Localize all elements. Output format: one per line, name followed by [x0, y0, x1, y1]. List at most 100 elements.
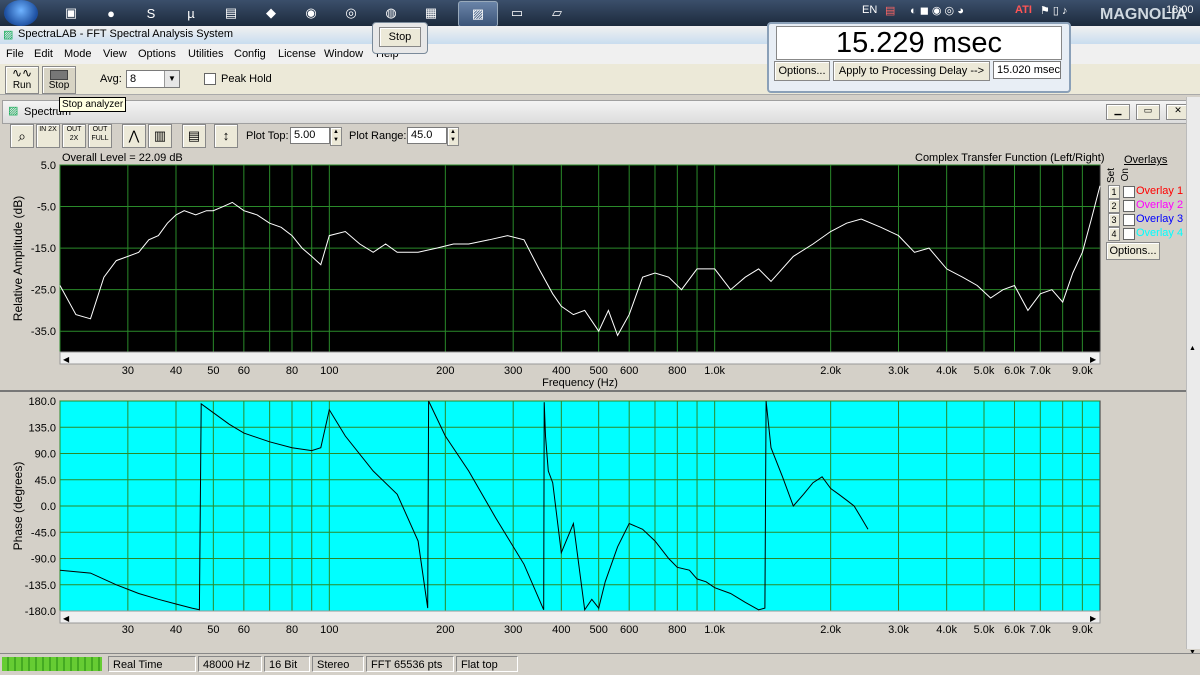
tray-icons[interactable]: ◐ ◼ ◉ ◎ ◕: [910, 4, 964, 17]
opera-app-icon[interactable]: ●: [92, 1, 130, 25]
zoom-out-full-button[interactable]: OUT FULL: [88, 124, 112, 148]
status-bits: 16 Bit: [264, 656, 310, 672]
x-tick-label: 30: [122, 624, 134, 636]
processing-delay-field[interactable]: 15.020 msec: [993, 61, 1061, 79]
scroll-left-icon[interactable]: ◀: [63, 614, 70, 623]
menu-window[interactable]: Window: [324, 48, 363, 60]
spectrum-charts: 5.0 -5.0 -15.0 -25.0 -35.0 30 40 50 60 80 100 200 30…: [0, 160, 1186, 636]
scale-arrows-icon[interactable]: ↕: [214, 124, 238, 148]
menu-mode[interactable]: Mode: [64, 48, 92, 60]
x-tick-label: 1.0k: [704, 365, 725, 377]
y-axis-label: Relative Amplitude (dB): [11, 196, 25, 321]
avg-label: Avg:: [100, 73, 122, 85]
minimize-button[interactable]: ▁: [1106, 104, 1130, 120]
menu-file[interactable]: File: [6, 48, 24, 60]
stop-button[interactable]: Stop: [42, 66, 76, 94]
y-tick-label: -35.0: [31, 326, 56, 338]
avg-value: 8: [130, 73, 137, 85]
plot-range-label: Plot Range:: [349, 130, 407, 142]
flag-icon[interactable]: ▤: [885, 4, 895, 17]
level-meter: [2, 657, 102, 671]
clock[interactable]: 18:00: [1166, 4, 1194, 16]
network-app-icon[interactable]: ▤: [212, 1, 250, 25]
network-tray-icon[interactable]: ⚑ ▯ ♪: [1040, 4, 1068, 17]
apply-delay-button[interactable]: Apply to Processing Delay -->: [833, 61, 990, 81]
remote-app-icon[interactable]: ▱: [538, 1, 576, 25]
plot-top-spinner[interactable]: ▲ ▼: [330, 127, 342, 146]
x-tick-label: 800: [668, 624, 686, 636]
monitor-app-icon[interactable]: ▭: [498, 1, 536, 25]
menu-utilities[interactable]: Utilities: [188, 48, 223, 60]
mouse-app-icon[interactable]: ◆: [252, 1, 290, 25]
x-tick-label: 300: [504, 624, 522, 636]
plot-range-spinner[interactable]: ▲ ▼: [447, 127, 459, 146]
y-tick-label: 90.0: [35, 449, 56, 461]
x-tick-label: 500: [589, 624, 607, 636]
plot-range-input[interactable]: 45.0: [407, 127, 447, 144]
y-tick-label: 180.0: [28, 396, 56, 408]
torrent-app-icon[interactable]: ◉: [292, 1, 330, 25]
status-sample-rate: 48000 Hz: [198, 656, 262, 672]
x-tick-label: 40: [170, 624, 182, 636]
skype-app-icon[interactable]: S: [132, 1, 170, 25]
line-graph-icon[interactable]: ⋀: [122, 124, 146, 148]
language-indicator[interactable]: EN: [862, 4, 877, 16]
app-icon: ▨: [3, 29, 14, 41]
x-tick-label: 9.0k: [1072, 624, 1093, 636]
zoom-in-2x-button[interactable]: IN 2X: [36, 124, 60, 148]
x-tick-label: 100: [320, 365, 338, 377]
utorrent-app-icon[interactable]: µ: [172, 1, 210, 25]
bar-graph-icon[interactable]: ▥: [148, 124, 172, 148]
spectrum-title-bar: [2, 100, 1188, 124]
globe-app-icon[interactable]: ◎: [332, 1, 370, 25]
y-tick-label: -5.0: [37, 202, 56, 214]
scroll-right-icon[interactable]: ▶: [1090, 614, 1097, 623]
x-tick-label: 4.0k: [936, 624, 957, 636]
y-tick-label: 5.0: [41, 160, 56, 172]
status-window: Flat top: [456, 656, 518, 672]
avg-select[interactable]: 8 ▼: [126, 70, 180, 88]
restore-button[interactable]: ▭: [1136, 104, 1160, 120]
plot-top-label: Plot Top:: [246, 130, 289, 142]
ati-icon[interactable]: ATI: [1015, 4, 1032, 16]
vertical-scrollbar[interactable]: ▲ ▼: [1186, 97, 1200, 656]
plot-area: [59, 164, 1101, 353]
plot-top-input[interactable]: 5.00: [290, 127, 330, 144]
tooltip: Stop analyzer: [59, 97, 127, 112]
horizontal-scrollbar[interactable]: [59, 351, 1101, 365]
delay-readout: 15.229 msec: [776, 26, 1062, 60]
x-tick-label: 7.0k: [1030, 624, 1051, 636]
data-table-icon[interactable]: ▤: [182, 124, 206, 148]
x-tick-label: 600: [620, 365, 638, 377]
floating-stop-button[interactable]: Stop: [379, 27, 421, 47]
x-tick-label: 50: [207, 365, 219, 377]
menu-view[interactable]: View: [103, 48, 127, 60]
peak-hold-checkbox[interactable]: [204, 73, 216, 85]
x-tick-label: 40: [170, 365, 182, 377]
x-tick-label: 60: [238, 365, 250, 377]
start-orb-icon[interactable]: [4, 0, 38, 26]
x-tick-label: 400: [552, 365, 570, 377]
save-app-icon[interactable]: ▣: [52, 1, 90, 25]
menu-edit[interactable]: Edit: [34, 48, 53, 60]
zoom-out-2x-button[interactable]: OUT 2X: [62, 124, 86, 148]
x-tick-label: 5.0k: [974, 624, 995, 636]
delay-options-button[interactable]: Options...: [774, 61, 830, 81]
x-tick-label: 300: [504, 365, 522, 377]
run-label: Run: [12, 80, 32, 91]
scroll-right-icon[interactable]: ▶: [1090, 355, 1097, 364]
run-button[interactable]: ∿∿ Run: [5, 66, 39, 94]
menu-config[interactable]: Config: [234, 48, 266, 60]
scroll-up-icon[interactable]: ▲: [1189, 345, 1199, 353]
x-tick-label: 6.0k: [1004, 624, 1025, 636]
scroll-left-icon[interactable]: ◀: [63, 355, 70, 364]
menu-options[interactable]: Options: [138, 48, 176, 60]
peak-hold-label: Peak Hold: [221, 73, 272, 85]
menu-license[interactable]: License: [278, 48, 316, 60]
x-tick-label: 600: [620, 624, 638, 636]
x-tick-label: 80: [286, 365, 298, 377]
zoom-icon[interactable]: ⌕: [10, 124, 34, 148]
chevron-down-icon[interactable]: ▼: [164, 71, 179, 87]
spectralab-app-icon[interactable]: ▨: [458, 1, 498, 27]
horizontal-scrollbar[interactable]: [59, 610, 1101, 624]
